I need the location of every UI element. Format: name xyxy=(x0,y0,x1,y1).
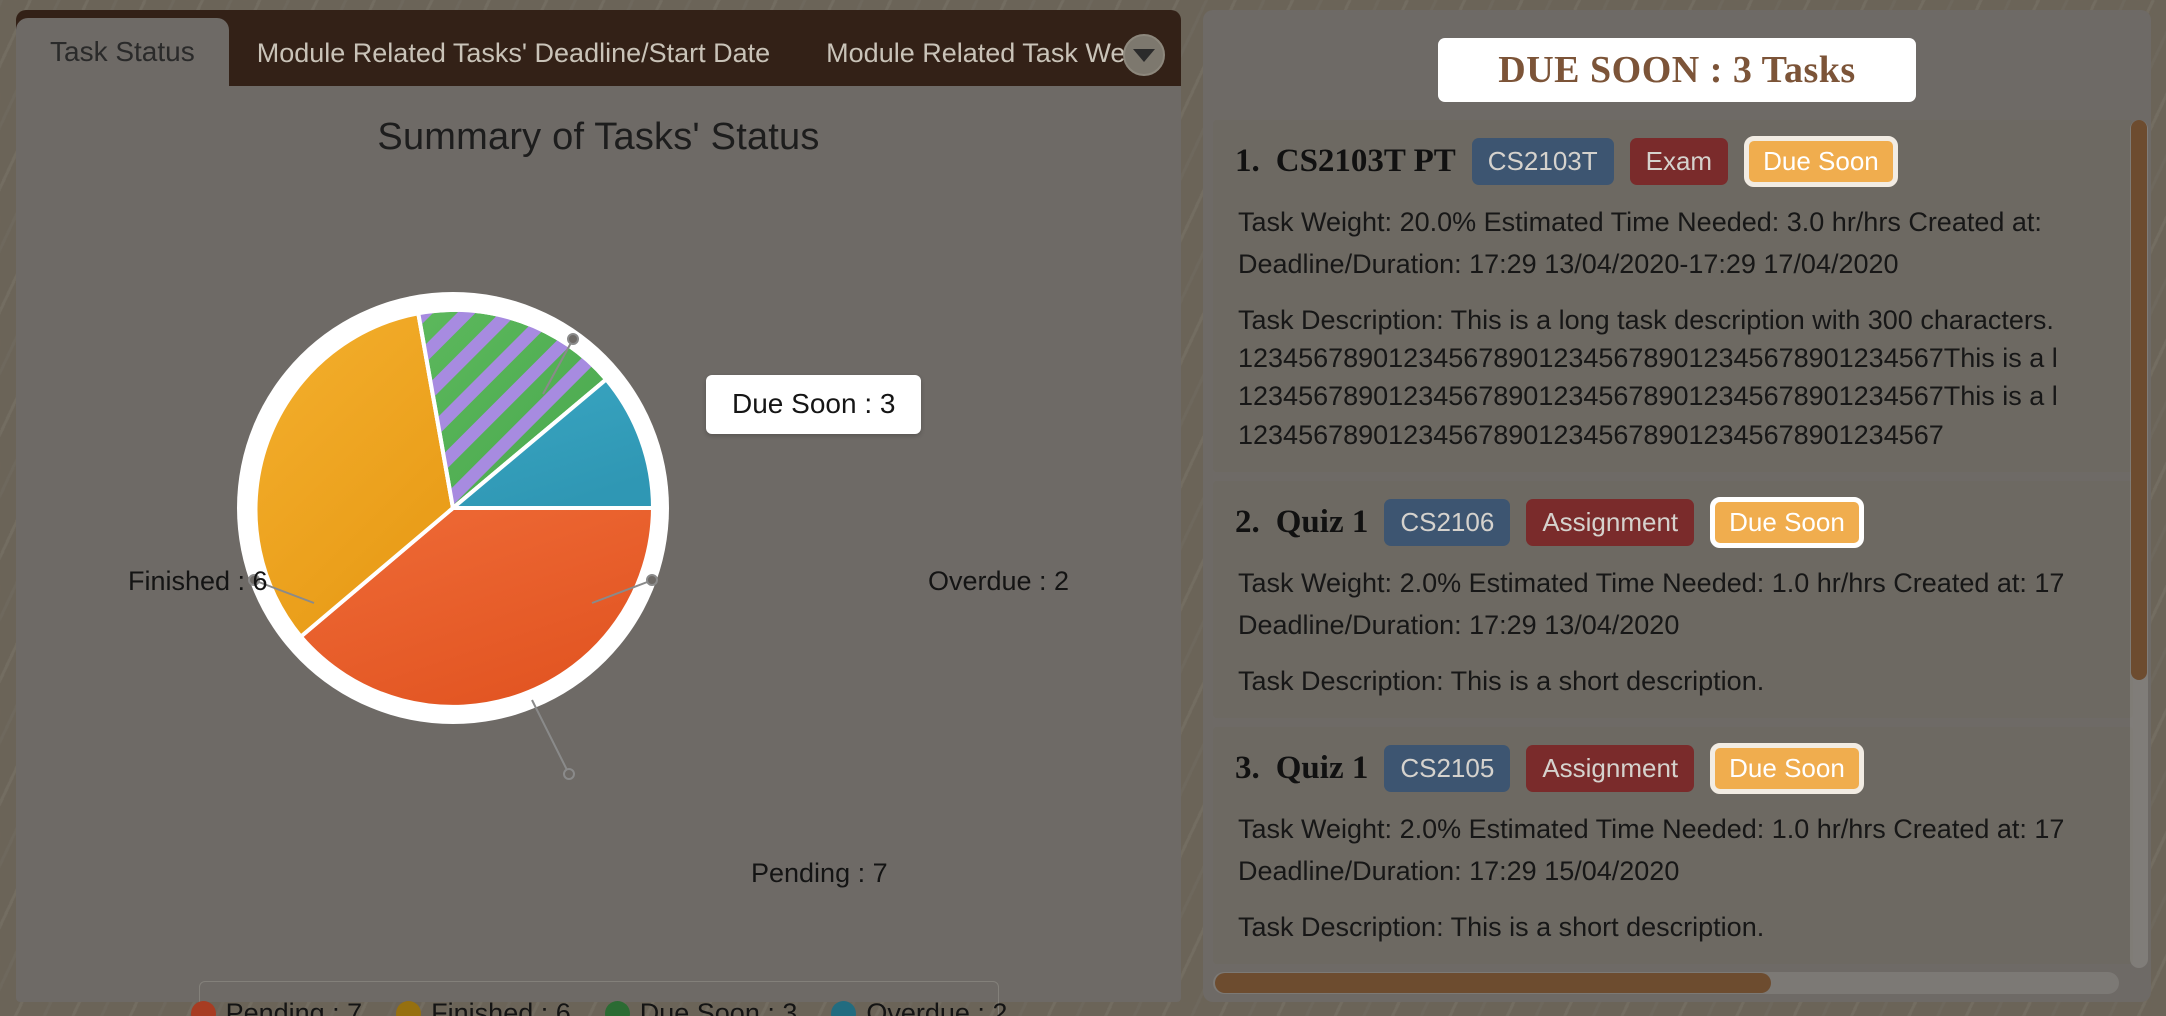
task-list-vertical-scrollbar-thumb[interactable] xyxy=(2131,120,2147,680)
tab-module-task-weight[interactable]: Module Related Task Wei xyxy=(798,20,1159,86)
chart-legend: Pending : 7 Finished : 6 Due Soon : 3 Ov… xyxy=(190,981,1007,1016)
task-deadline: Deadline/Duration: 17:29 13/04/2020 xyxy=(1238,610,1680,641)
task-meta: Task Weight: 2.0% Estimated Time Needed:… xyxy=(1238,567,2065,598)
pie-label-overdue: Overdue : 2 xyxy=(928,566,1070,596)
chevron-down-icon[interactable] xyxy=(1123,34,1165,76)
task-description-line: 1234567890123456789012345678901234567890… xyxy=(1238,381,2058,412)
task-type-badge[interactable]: Assignment xyxy=(1526,744,1695,792)
due-soon-panel: DUE SOON : 3 Tasks 1. CS2103T PT CS2103T… xyxy=(1203,10,2151,1002)
task-meta: Task Weight: 2.0% Estimated Time Needed:… xyxy=(1238,813,2065,844)
task-module-badge[interactable]: CS2106 xyxy=(1384,498,1511,546)
legend-label-finished: Finished : 6 xyxy=(431,997,571,1016)
task-index: 3. xyxy=(1235,749,1260,786)
task-description-line: 1234567890123456789012345678901234567890… xyxy=(1238,342,2058,373)
task-index: 1. xyxy=(1235,143,1260,179)
task-type-badge[interactable]: Assignment xyxy=(1526,498,1695,546)
task-title: CS2103T PT xyxy=(1275,143,1456,179)
task-body: Task Weight: 2.0% Estimated Time Needed:… xyxy=(1213,810,2133,946)
tab-bar: Task Status Module Related Tasks' Deadli… xyxy=(16,10,1181,86)
task-list-horizontal-scrollbar[interactable] xyxy=(1213,972,2119,994)
task-list: 1. CS2103T PT CS2103T Exam Due Soon Task… xyxy=(1213,120,2133,992)
legend-item-overdue[interactable]: Overdue : 2 xyxy=(814,998,1024,1016)
tab-module-deadline-start-date[interactable]: Module Related Tasks' Deadline/Start Dat… xyxy=(229,20,798,86)
task-description-line: Task Description: This is a short descri… xyxy=(1238,911,1765,942)
task-description-line: Task Description: This is a short descri… xyxy=(1238,665,1765,696)
due-soon-header-title: DUE SOON : 3 Tasks xyxy=(1498,49,1856,91)
task-title: Quiz 1 xyxy=(1275,749,1369,786)
task-type-badge[interactable]: Exam xyxy=(1629,138,1729,185)
task-card[interactable]: 1. CS2103T PT CS2103T Exam Due Soon Task… xyxy=(1213,120,2133,472)
task-status-badge[interactable]: Due Soon xyxy=(1710,496,1864,548)
task-index: 2. xyxy=(1235,503,1260,540)
tab-task-status[interactable]: Task Status xyxy=(16,18,229,86)
task-card[interactable]: 2. Quiz 1 CS2106 Assignment Due Soon Tas… xyxy=(1213,480,2133,718)
task-card[interactable]: 3. Quiz 1 CS2105 Assignment Due Soon Tas… xyxy=(1213,726,2133,964)
pie-label-pending: Pending : 7 xyxy=(751,858,888,888)
task-header: 1. CS2103T PT CS2103T Exam Due Soon xyxy=(1213,136,2133,187)
task-description-line: Task Description: This is a long task de… xyxy=(1238,304,2054,335)
task-list-horizontal-scrollbar-thumb[interactable] xyxy=(1215,973,1771,993)
chevron-down-glyph xyxy=(1133,48,1155,62)
task-module-badge[interactable]: CS2103T xyxy=(1471,138,1614,185)
chart-title: Summary of Tasks' Status xyxy=(377,116,820,158)
task-module-badge[interactable]: CS2105 xyxy=(1384,744,1511,792)
task-deadline: Deadline/Duration: 17:29 13/04/2020-17:2… xyxy=(1238,249,1899,280)
task-description-line: 1234567890123456789012345678901234567890… xyxy=(1238,419,1944,450)
legend-item-due-soon[interactable]: Due Soon : 3 xyxy=(588,998,815,1016)
task-status-badge[interactable]: Due Soon xyxy=(1710,742,1864,794)
task-header: 2. Quiz 1 CS2106 Assignment Due Soon xyxy=(1213,496,2133,548)
task-description: Task Description: This is a long task de… xyxy=(1238,301,2108,454)
legend-swatch-finished xyxy=(396,1000,422,1016)
legend-swatch-overdue xyxy=(831,1000,857,1016)
pie-tooltip: Due Soon : 3 xyxy=(706,375,922,434)
task-description: Task Description: This is a short descri… xyxy=(1238,908,2108,946)
task-deadline: Deadline/Duration: 17:29 15/04/2020 xyxy=(1238,856,1680,887)
task-header: 3. Quiz 1 CS2105 Assignment Due Soon xyxy=(1213,742,2133,794)
due-soon-header: DUE SOON : 3 Tasks xyxy=(1438,38,1916,102)
legend-label-overdue: Overdue : 2 xyxy=(866,997,1008,1016)
task-title: Quiz 1 xyxy=(1275,503,1369,540)
legend-label-pending: Pending : 7 xyxy=(225,997,363,1016)
pie-label-finished: Finished : 6 xyxy=(128,566,268,596)
legend-item-finished[interactable]: Finished : 6 xyxy=(379,998,588,1016)
pie-chart-svg xyxy=(237,292,669,780)
task-status-badge[interactable]: Due Soon xyxy=(1744,136,1898,187)
task-status-panel: Task Status Module Related Tasks' Deadli… xyxy=(16,10,1181,1016)
chart-panel: Summary of Tasks' Status Finished: 6 Ov… xyxy=(16,86,1181,1016)
task-body: Task Weight: 2.0% Estimated Time Needed:… xyxy=(1213,564,2133,700)
legend-swatch-due-soon xyxy=(604,1000,630,1016)
task-body: Task Weight: 20.0% Estimated Time Needed… xyxy=(1213,203,2133,454)
pie-chart: Finished : 6 Overdue : 2 Pending : 7 Due… xyxy=(16,158,1181,888)
legend-label-due-soon: Due Soon : 3 xyxy=(639,997,798,1016)
task-list-vertical-scrollbar[interactable] xyxy=(2130,120,2148,968)
legend-swatch-pending xyxy=(190,1000,216,1016)
task-meta: Task Weight: 20.0% Estimated Time Needed… xyxy=(1238,207,2042,237)
legend-item-pending[interactable]: Pending : 7 xyxy=(174,998,380,1016)
task-description: Task Description: This is a short descri… xyxy=(1238,662,2108,700)
